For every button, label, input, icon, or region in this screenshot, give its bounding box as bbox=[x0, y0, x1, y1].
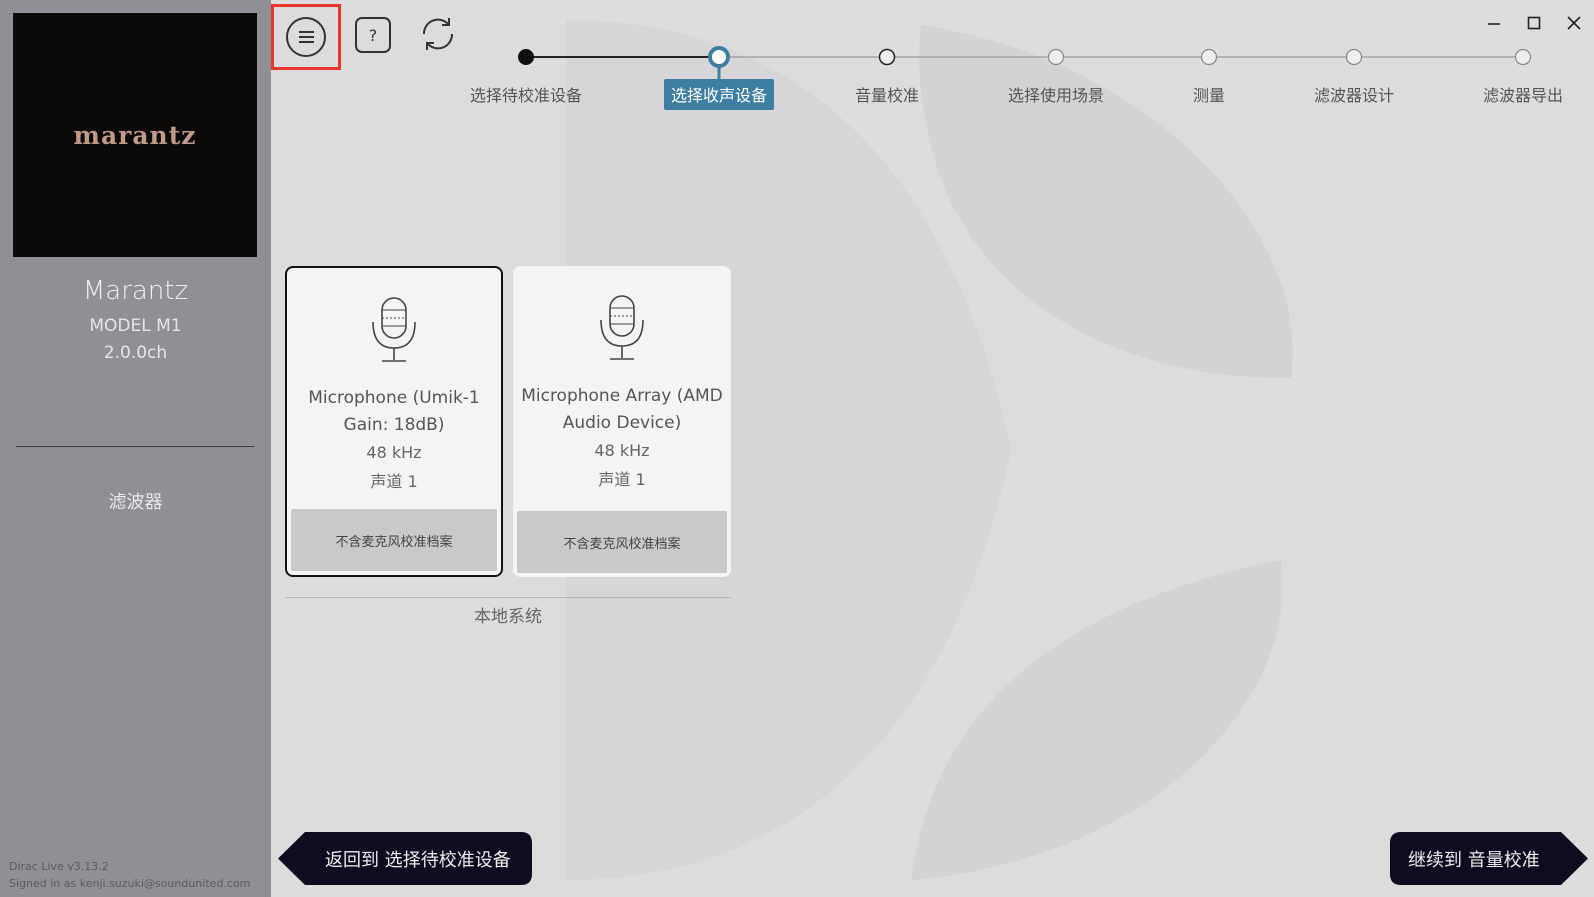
sidebar-item-filter[interactable]: 滤波器 bbox=[0, 488, 271, 514]
device-name: Marantz bbox=[82, 276, 189, 306]
calibration-profile-status[interactable]: 不含麦克风校准档案 bbox=[517, 511, 727, 573]
device-channel-label: 声道 1 bbox=[598, 470, 646, 489]
step-label-7[interactable]: 滤波器导出 bbox=[1483, 82, 1563, 106]
version-text: Dirac Live v3.13.2 bbox=[9, 860, 109, 873]
device-card-umik[interactable]: Microphone (Umik-1 Gain: 18dB) 48 kHz 声道… bbox=[285, 266, 503, 577]
step-label-5[interactable]: 测量 bbox=[1193, 82, 1225, 106]
next-button-label: 继续到 音量校准 bbox=[1408, 849, 1540, 871]
logo-text: marantz bbox=[73, 120, 197, 150]
step-label-3[interactable]: 音量校准 bbox=[855, 82, 919, 106]
device-name-label: Microphone (Umik-1 Gain: 18dB) bbox=[308, 388, 480, 435]
group-divider bbox=[285, 597, 731, 598]
step-label-2[interactable]: 选择收声设备 bbox=[663, 79, 775, 110]
signed-in-text: Signed in as kenji.suzuki@soundunited.co… bbox=[9, 877, 251, 890]
next-button[interactable]: 继续到 音量校准 bbox=[1389, 831, 1589, 886]
step-label-6[interactable]: 滤波器设计 bbox=[1314, 82, 1394, 106]
device-name-label: Microphone Array (AMD Audio Device) bbox=[521, 386, 723, 433]
back-button[interactable]: 返回到 选择待校准设备 bbox=[277, 831, 533, 886]
microphone-icon bbox=[372, 297, 416, 362]
step-dot-1[interactable] bbox=[518, 49, 534, 65]
step-dot-3[interactable] bbox=[878, 48, 896, 66]
microphone-icon bbox=[600, 295, 644, 360]
sidebar-divider bbox=[16, 446, 254, 447]
device-channels: 2.0.0ch bbox=[103, 343, 168, 363]
step-dot-4[interactable] bbox=[1047, 48, 1065, 66]
step-label-4[interactable]: 选择使用场景 bbox=[1008, 82, 1104, 106]
step-dot-5[interactable] bbox=[1200, 48, 1218, 66]
back-button-label: 返回到 选择待校准设备 bbox=[325, 849, 511, 871]
device-card-amd[interactable]: Microphone Array (AMD Audio Device) 48 k… bbox=[513, 266, 731, 577]
sidebar: marantz Marantz MODEL M1 2.0.0ch 滤波器 Dir… bbox=[0, 0, 271, 897]
step-dot-7[interactable] bbox=[1514, 48, 1532, 66]
device-group-label: 本地系统 bbox=[474, 607, 542, 627]
step-label-1[interactable]: 选择待校准设备 bbox=[470, 82, 582, 106]
device-rate-label: 48 kHz bbox=[366, 443, 422, 462]
device-model: MODEL M1 bbox=[89, 316, 182, 336]
step-dot-2[interactable] bbox=[708, 46, 730, 68]
step-dot-6[interactable] bbox=[1345, 48, 1363, 66]
progress-stepper: 选择待校准设备 选择收声设备 音量校准 选择使用场景 测量 滤波器设计 滤波器导… bbox=[0, 0, 1594, 110]
calibration-profile-status[interactable]: 不含麦克风校准档案 bbox=[291, 509, 497, 571]
device-channel-label: 声道 1 bbox=[370, 472, 418, 491]
device-rate-label: 48 kHz bbox=[594, 441, 650, 460]
